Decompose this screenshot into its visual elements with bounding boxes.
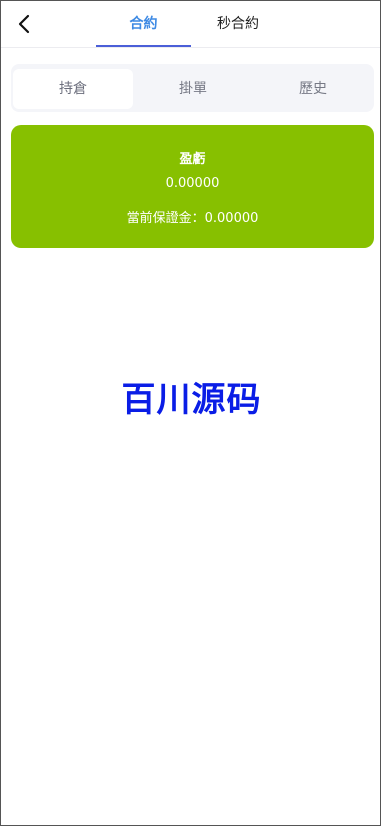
segment-history[interactable]: 歷史: [253, 69, 373, 109]
tab-second-contract-label: 秒合約: [217, 16, 259, 32]
pnl-value: 0.00000: [165, 176, 220, 191]
margin-label: 當前保證金：: [126, 211, 205, 226]
segment-positions[interactable]: 持倉: [13, 69, 133, 109]
tab-contract-label: 合約: [129, 16, 158, 32]
top-nav: 合約 秒合約: [1, 1, 380, 48]
app-frame: 合約 秒合約 持倉 掛單 歷史 盈虧 0.00000 當前保證金：0.00000…: [0, 0, 381, 826]
margin-row: 當前保證金：0.00000: [11, 207, 374, 226]
watermark-text: 百川源码: [121, 380, 262, 420]
tab-contract[interactable]: 合約: [96, 1, 191, 47]
summary-card: 盈虧 0.00000 當前保證金：0.00000: [11, 125, 374, 248]
margin-value: 0.00000: [204, 211, 259, 226]
position-segment-control: 持倉 掛單 歷史: [11, 64, 374, 112]
active-tab-indicator: [96, 45, 191, 47]
tab-second-contract[interactable]: 秒合約: [203, 1, 273, 47]
back-button[interactable]: [13, 13, 35, 35]
chevron-left-icon: [18, 14, 30, 34]
pnl-label: 盈虧: [179, 152, 206, 167]
segment-open-orders[interactable]: 掛單: [133, 69, 253, 109]
